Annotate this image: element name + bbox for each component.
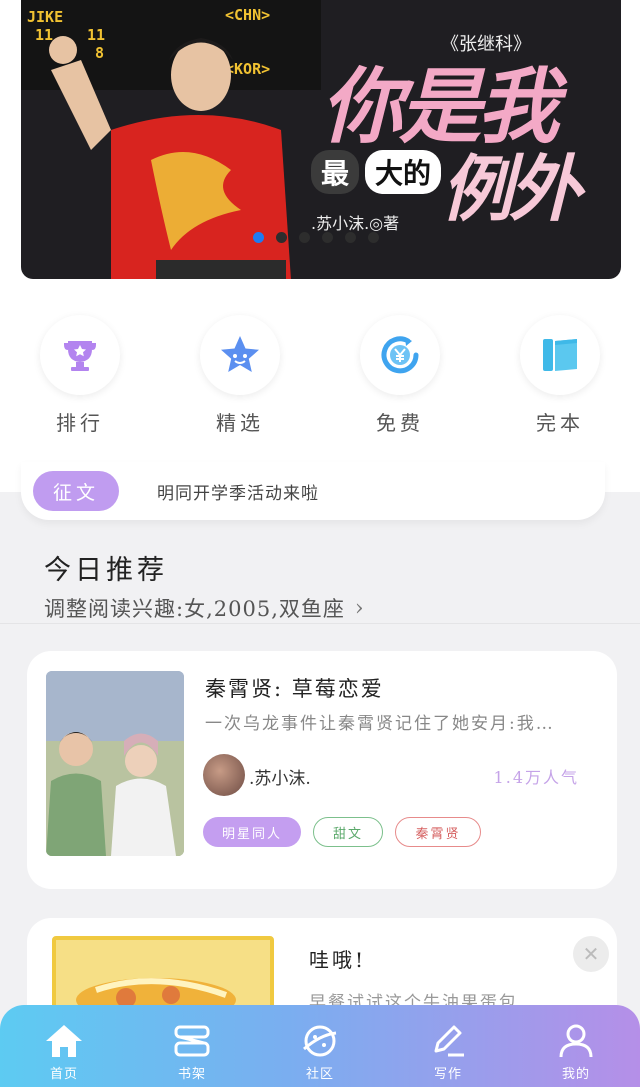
carousel-dot[interactable]	[368, 232, 379, 243]
tab-label: 我的	[561, 1067, 590, 1082]
cover-illustration	[46, 671, 184, 856]
tab-label: 社区	[305, 1067, 334, 1082]
book-tag[interactable]: 甜文	[313, 817, 383, 847]
tab-label: 首页	[49, 1067, 78, 1082]
category-label: 排行	[56, 411, 104, 435]
banner-author: .苏小沫.◎著	[311, 214, 400, 233]
notice-text[interactable]: 明同开学季活动来啦	[157, 479, 319, 504]
reading-preference-text: 调整阅读兴趣:女,2005,双鱼座	[44, 597, 345, 621]
carousel-dot[interactable]	[345, 232, 356, 243]
book-icon	[543, 339, 577, 371]
carousel-dot-active[interactable]	[253, 232, 264, 243]
promo-title: 哇哦!	[309, 948, 367, 972]
tab-home[interactable]: 首页	[0, 1005, 128, 1087]
category-label: 免费	[376, 411, 424, 435]
carousel-dot[interactable]	[276, 232, 287, 243]
tab-label: 写作	[433, 1067, 462, 1082]
star-icon	[221, 336, 259, 372]
close-icon[interactable]: ✕	[573, 936, 609, 972]
banner-chip: 大的	[365, 150, 442, 194]
home-icon	[46, 1025, 82, 1057]
book-title[interactable]: 秦霄贤: 草莓恋爱	[205, 673, 384, 703]
carousel-dot[interactable]	[322, 232, 333, 243]
bookshelf-icon	[174, 1025, 210, 1057]
author-avatar[interactable]	[203, 754, 245, 796]
reading-preference-link[interactable]: 调整阅读兴趣:女,2005,双鱼座 ›	[44, 593, 365, 623]
category-label: 完本	[536, 411, 584, 435]
banner-chip: 最	[311, 150, 360, 194]
book-description: 一次乌龙事件让秦霄贤记住了她安月:我…	[205, 714, 555, 734]
planet-icon	[303, 1025, 337, 1057]
banner-title-chips: 最 大的	[311, 150, 442, 194]
yen-refresh-icon	[381, 336, 419, 374]
chevron-right-icon: ›	[354, 595, 365, 621]
book-cover[interactable]	[46, 671, 184, 856]
category-label: 精选	[216, 411, 264, 435]
notice-bar[interactable]: 征文 明同开学季活动来啦	[21, 462, 605, 520]
category-completed[interactable]: 完本	[480, 315, 640, 436]
user-icon	[559, 1024, 593, 1058]
bottom-tab-bar: 首页 书架 社区 写作 我的	[0, 1005, 640, 1087]
tab-community[interactable]: 社区	[256, 1005, 384, 1087]
category-featured[interactable]: 精选	[160, 315, 320, 436]
category-icon-circle	[520, 315, 600, 395]
book-tags: 明星同人 甜文 秦霄贤	[203, 817, 481, 847]
book-card[interactable]: 秦霄贤: 草莓恋爱 一次乌龙事件让秦霄贤记住了她安月:我… .苏小沫. 1.4万…	[27, 651, 617, 889]
popularity-count: 1.4万人气	[493, 768, 579, 787]
carousel-dots	[253, 232, 379, 243]
category-free[interactable]: 免费	[320, 315, 480, 436]
tab-write[interactable]: 写作	[384, 1005, 512, 1087]
category-icon-circle	[360, 315, 440, 395]
category-row: 排行 精选 免费 完本	[0, 315, 640, 436]
notice-tag[interactable]: 征文	[33, 471, 119, 511]
category-icon-circle	[200, 315, 280, 395]
book-tag[interactable]: 秦霄贤	[395, 817, 481, 847]
banner-carousel[interactable]: JIKE 11 11 8 <CHN> <KOR> 《张继科》 你是我 最 大的 …	[21, 0, 621, 279]
tab-label: 书架	[177, 1067, 206, 1082]
banner-title-line2: 例外	[441, 146, 581, 231]
tab-profile[interactable]: 我的	[512, 1005, 640, 1087]
divider	[0, 623, 640, 624]
book-tag[interactable]: 明星同人	[203, 817, 301, 847]
carousel-dot[interactable]	[299, 232, 310, 243]
author-name[interactable]: .苏小沫.	[249, 764, 311, 789]
category-ranking[interactable]: 排行	[0, 315, 160, 436]
tab-bookshelf[interactable]: 书架	[128, 1005, 256, 1087]
trophy-icon	[64, 341, 96, 371]
section-title: 今日推荐	[44, 555, 168, 586]
pen-icon	[434, 1025, 464, 1057]
category-icon-circle	[40, 315, 120, 395]
